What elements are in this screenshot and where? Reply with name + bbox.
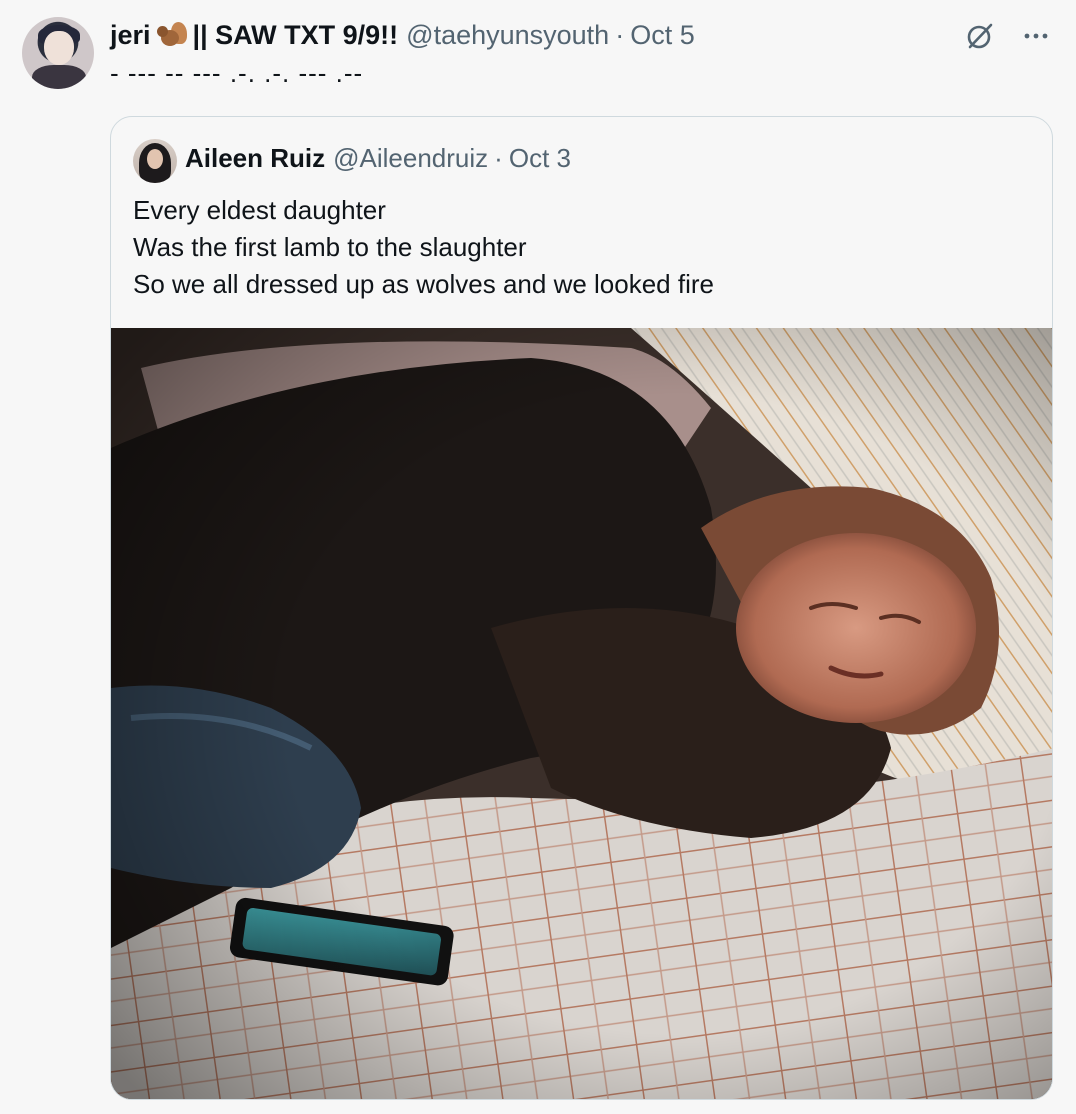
- tweet-top-actions: [962, 18, 1054, 54]
- quoted-author-display-name[interactable]: Aileen Ruiz: [185, 143, 325, 174]
- quoted-author-handle[interactable]: @Aileendruiz: [333, 143, 488, 174]
- author-handle[interactable]: @taehyunsyouth: [406, 20, 609, 51]
- author-avatar[interactable]: [22, 17, 94, 89]
- tweet-header: jeri || SAW TXT 9/9!! @taehyunsyouth · O…: [110, 18, 695, 52]
- quoted-author-avatar[interactable]: [133, 139, 177, 183]
- more-icon[interactable]: [1018, 18, 1054, 54]
- tweet-timestamp[interactable]: Oct 5: [630, 20, 695, 51]
- quoted-tweet-photo[interactable]: [111, 328, 1052, 1099]
- tweet-text: - --- -- --- .-. .-. --- .--: [110, 58, 364, 88]
- quoted-tweet-header: Aileen Ruiz @Aileendruiz · Oct 3: [185, 143, 571, 174]
- quoted-text-line: So we all dressed up as wolves and we lo…: [133, 269, 714, 299]
- avatar-face: [44, 31, 74, 65]
- quoted-text-line: Every eldest daughter: [133, 195, 386, 225]
- avatar-body: [32, 65, 86, 89]
- quoted-text-line: Was the first lamb to the slaughter: [133, 232, 527, 262]
- grok-icon[interactable]: [962, 18, 998, 54]
- author-display-name-suffix[interactable]: || SAW TXT 9/9!!: [193, 20, 399, 51]
- quoted-tweet-text: Every eldest daughter Was the first lamb…: [133, 192, 714, 303]
- quoted-header-separator: ·: [494, 143, 503, 173]
- squirrel-icon: [156, 22, 187, 48]
- quoted-tweet-timestamp[interactable]: Oct 3: [509, 143, 571, 174]
- header-separator: ·: [615, 19, 625, 50]
- tweet[interactable]: jeri || SAW TXT 9/9!! @taehyunsyouth · O…: [0, 0, 1076, 1114]
- author-display-name[interactable]: jeri: [110, 20, 151, 51]
- quoted-avatar-face: [147, 149, 163, 169]
- photo-illustration: [111, 328, 1052, 1099]
- quoted-tweet[interactable]: Aileen Ruiz @Aileendruiz · Oct 3 Every e…: [110, 116, 1053, 1100]
